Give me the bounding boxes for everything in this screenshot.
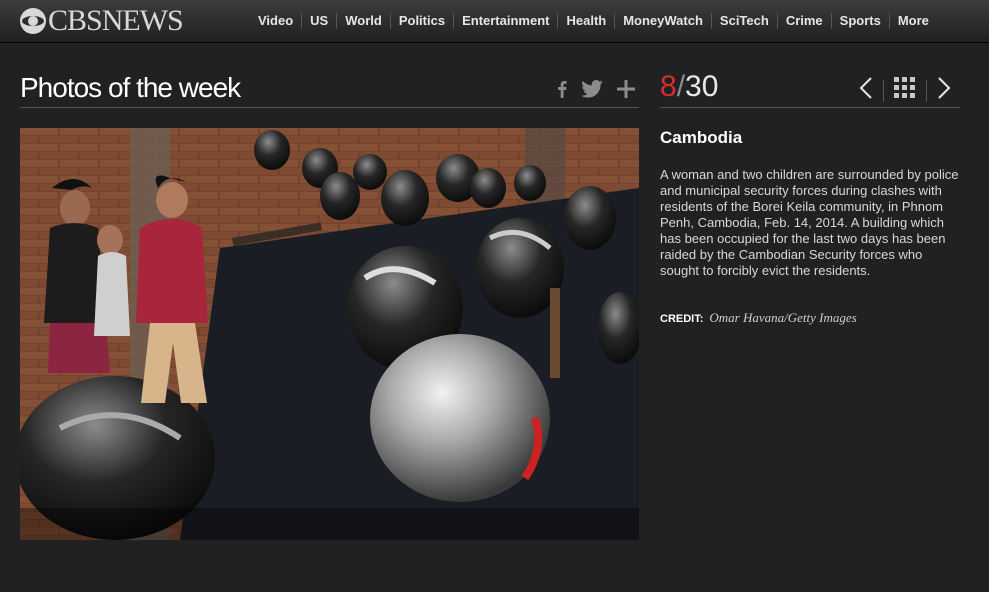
title-divider bbox=[20, 107, 639, 108]
gallery-title: Photos of the week bbox=[20, 72, 241, 103]
slide-caption: A woman and two children are surrounded … bbox=[660, 167, 959, 278]
nav-item-scitech[interactable]: SciTech bbox=[710, 13, 777, 29]
logo-wordmark: CBSNEWS bbox=[48, 4, 184, 37]
slide-headline: Cambodia bbox=[660, 128, 743, 147]
current-slide-number: 8 bbox=[660, 70, 677, 103]
chevron-left-icon bbox=[859, 77, 872, 99]
nav-item-moneywatch[interactable]: MoneyWatch bbox=[614, 13, 711, 29]
grid-view-button[interactable] bbox=[884, 77, 926, 104]
nav-item-world[interactable]: World bbox=[336, 13, 390, 29]
twitter-icon[interactable] bbox=[581, 80, 603, 103]
facebook-icon[interactable] bbox=[557, 80, 567, 103]
previous-slide-button[interactable] bbox=[849, 76, 883, 105]
nav-item-crime[interactable]: Crime bbox=[776, 13, 831, 29]
nav-item-video[interactable]: Video bbox=[250, 13, 301, 29]
nav-item-sports[interactable]: Sports bbox=[830, 13, 889, 29]
photo-illustration bbox=[20, 128, 639, 540]
credit-label: CREDIT: bbox=[660, 313, 704, 325]
gallery-photo[interactable] bbox=[20, 128, 639, 540]
gallery-controls bbox=[849, 76, 961, 105]
credit-value: Omar Havana/Getty Images bbox=[709, 310, 857, 325]
total-slides: 30 bbox=[685, 70, 719, 103]
top-navigation-bar: CBSNEWS Video US World Politics Entertai… bbox=[0, 0, 989, 43]
nav-item-politics[interactable]: Politics bbox=[389, 13, 453, 29]
cbs-eye-icon bbox=[20, 8, 46, 34]
nav-item-entertainment[interactable]: Entertainment bbox=[453, 13, 557, 29]
slide-counter: 8/30 bbox=[660, 70, 718, 104]
main-nav: Video US World Politics Entertainment He… bbox=[250, 0, 937, 42]
nav-item-more[interactable]: More bbox=[888, 13, 937, 29]
counter-divider bbox=[660, 107, 960, 108]
chevron-right-icon bbox=[938, 77, 951, 99]
nav-item-health[interactable]: Health bbox=[557, 13, 614, 29]
next-slide-button[interactable] bbox=[927, 76, 961, 105]
nav-item-us[interactable]: US bbox=[301, 13, 336, 29]
grid-icon bbox=[894, 77, 915, 98]
share-bar bbox=[557, 80, 635, 103]
cbs-news-logo[interactable]: CBSNEWS bbox=[20, 4, 184, 37]
plus-icon[interactable] bbox=[617, 80, 635, 103]
photo-credit: CREDIT: Omar Havana/Getty Images bbox=[660, 310, 857, 326]
counter-separator: / bbox=[676, 70, 686, 103]
